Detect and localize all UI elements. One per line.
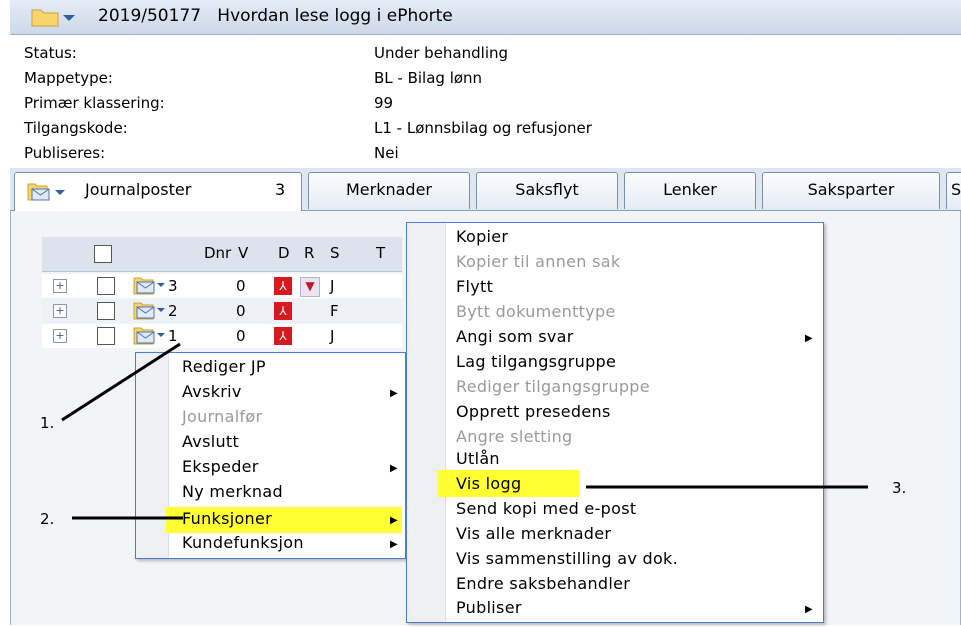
annotation-step-1: 1. — [40, 414, 55, 432]
annotation-line-1 — [61, 342, 181, 422]
annotation-step-2: 2. — [40, 510, 55, 528]
annotation-lines — [61, 342, 868, 520]
annotation-step-3: 3. — [892, 479, 907, 497]
